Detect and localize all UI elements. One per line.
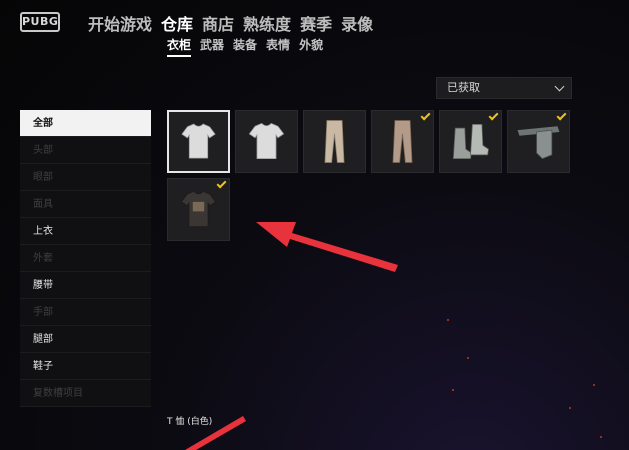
- inventory-item-slot[interactable]: [167, 110, 230, 173]
- inventory-item-slot[interactable]: [235, 110, 298, 173]
- inventory-item-slot[interactable]: [371, 110, 434, 173]
- main-tab[interactable]: 赛季: [300, 11, 332, 35]
- sidebar-category-item[interactable]: 腿部: [20, 326, 151, 353]
- ember-particle: [467, 357, 469, 359]
- sidebar-category-item: 头部: [20, 137, 151, 164]
- filter-selected-label: 已获取: [447, 81, 480, 94]
- ember-particle: [452, 389, 454, 391]
- inventory-item-slot[interactable]: [303, 110, 366, 173]
- main-nav: 开始游戏 仓库 商店 熟练度 赛季 录像: [88, 11, 373, 35]
- selected-item-name: T 恤 (白色): [167, 417, 213, 427]
- sidebar-category-item: 手部: [20, 299, 151, 326]
- sidebar-category-item[interactable]: 腰带: [20, 272, 151, 299]
- sub-tab[interactable]: 表情: [266, 36, 290, 57]
- sidebar-category-item[interactable]: 全部: [20, 110, 151, 137]
- sidebar-category-item: 眼部: [20, 164, 151, 191]
- main-tab[interactable]: 熟练度: [243, 11, 291, 35]
- sub-tab[interactable]: 装备: [233, 36, 257, 57]
- category-sidebar: 全部 头部 眼部 面具 上衣 外套 腰带 手部 腿部 鞋子 复数槽项目: [20, 110, 151, 407]
- main-tab[interactable]: 开始游戏: [88, 11, 152, 35]
- sub-nav: 衣柜 武器 装备 表情 外貌: [167, 36, 323, 57]
- ember-particle: [600, 436, 602, 438]
- sub-tab[interactable]: 衣柜: [167, 36, 192, 57]
- main-tab[interactable]: 录像: [341, 11, 373, 35]
- ember-particle: [569, 407, 571, 409]
- sidebar-category-item: 复数槽项目: [20, 380, 151, 407]
- sidebar-category-item[interactable]: 上衣: [20, 218, 151, 245]
- acquired-filter-dropdown[interactable]: 已获取: [436, 77, 572, 99]
- sidebar-category-item: 面具: [20, 191, 151, 218]
- red-arrow-icon: [256, 222, 398, 272]
- ember-particle: [593, 384, 595, 386]
- sub-tab[interactable]: 外貌: [299, 36, 323, 57]
- sub-tab[interactable]: 武器: [200, 36, 224, 57]
- sidebar-category-item: 外套: [20, 245, 151, 272]
- ember-particle: [447, 319, 449, 321]
- pubg-logo: PUBG: [20, 12, 60, 32]
- main-tab[interactable]: 仓库: [161, 11, 193, 35]
- inventory-item-slot[interactable]: [439, 110, 502, 173]
- sidebar-category-item[interactable]: 鞋子: [20, 353, 151, 380]
- inventory-item-slot[interactable]: [167, 178, 230, 241]
- chevron-down-icon: [554, 81, 565, 92]
- inventory-item-slot[interactable]: [507, 110, 570, 173]
- main-tab[interactable]: 商店: [202, 11, 234, 35]
